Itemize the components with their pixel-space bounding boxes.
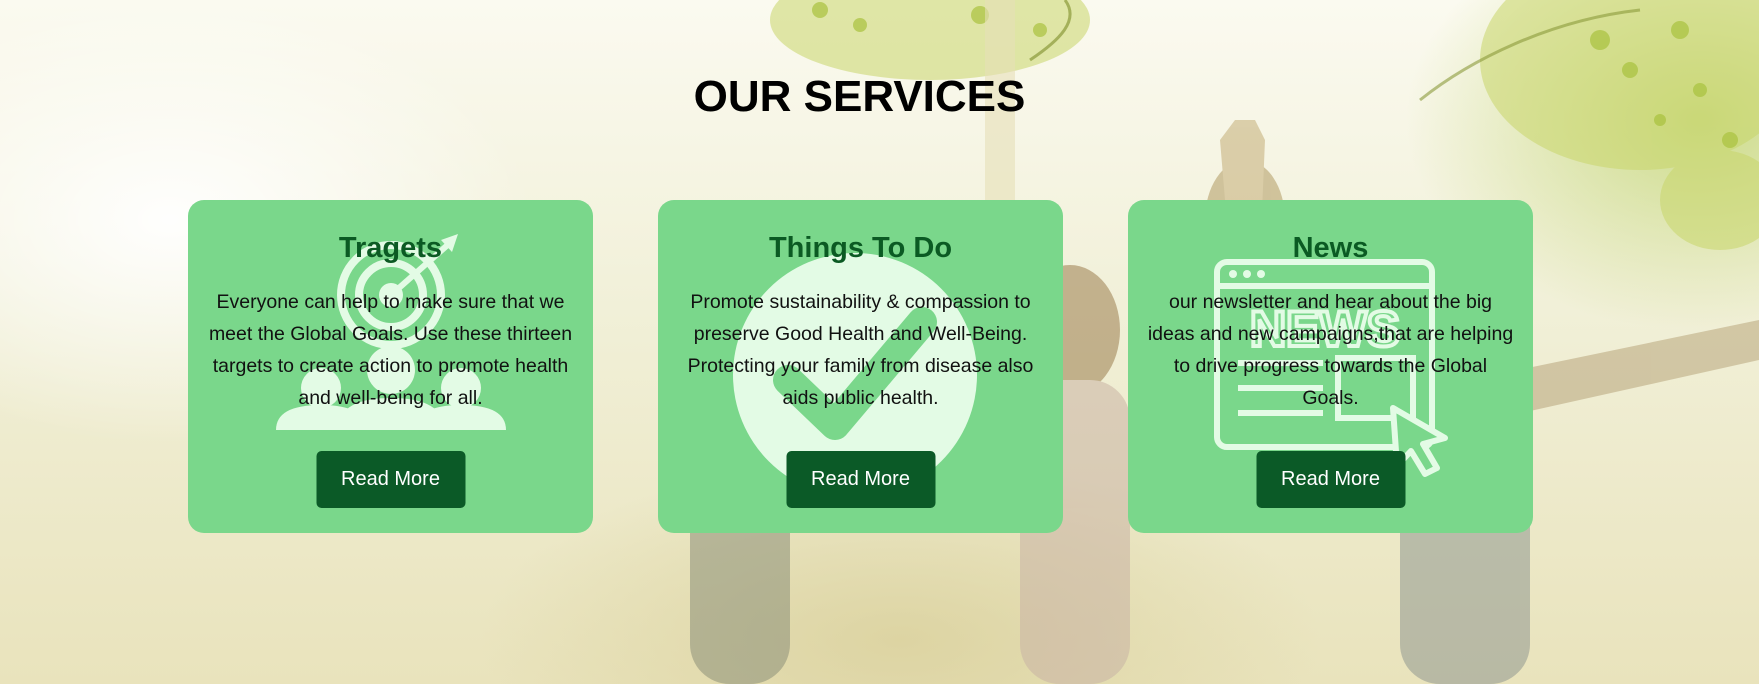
card-description: our newsletter and hear about the big id… [1147,291,1514,409]
read-more-button-things-to-do[interactable]: Read More [786,451,935,508]
section-title: OUR SERVICES [693,72,1026,121]
card-title: Things To Do [768,232,953,264]
card-title: Tragets [338,232,443,264]
read-more-button-news[interactable]: Read More [1256,451,1405,508]
read-more-button-targets[interactable]: Read More [316,451,465,508]
service-card-news: NEWS News our newsletter and hear about … [1128,200,1533,533]
service-card-targets: Tragets Everyone can help to make sure t… [188,200,593,533]
service-card-things-to-do: Things To Do Promote sustainability & co… [658,200,1063,533]
card-description: Promote sustainability & compassion to p… [687,291,1034,409]
card-title: News [1292,232,1369,264]
card-description: Everyone can help to make sure that we m… [208,291,573,409]
services-cards: Tragets Everyone can help to make sure t… [188,200,1533,533]
